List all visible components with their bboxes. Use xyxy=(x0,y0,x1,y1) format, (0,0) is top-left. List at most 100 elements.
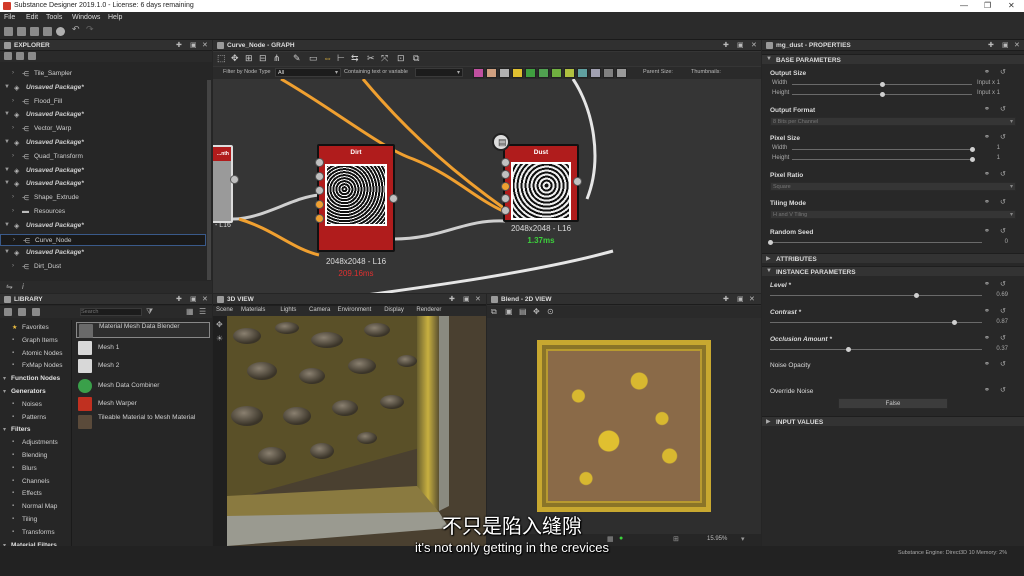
new-graph-icon[interactable] xyxy=(16,52,24,60)
chevron-right-icon[interactable]: › xyxy=(12,208,14,214)
float-icon[interactable]: ▣ xyxy=(190,41,197,49)
2d-view-tab[interactable]: Blend - 2D VIEW xyxy=(501,296,552,303)
frame-icon[interactable]: ⬚ xyxy=(217,53,226,64)
props-close-icon[interactable]: ✕ xyxy=(1014,41,1020,49)
reset-parameter-icon[interactable]: ↺ xyxy=(1000,227,1006,235)
explorer-item[interactable]: ▼ ◈ Unsaved Package* xyxy=(0,220,206,232)
override-noise-toggle[interactable]: False xyxy=(838,398,948,409)
explorer-item[interactable]: › ⋲ Flood_Fill xyxy=(0,96,206,108)
expose-parameter-icon[interactable]: ⚭ xyxy=(984,105,990,113)
node-type-select[interactable]: All ▾ xyxy=(275,68,341,77)
node-filter-toggle[interactable] xyxy=(473,68,484,78)
explorer-item[interactable]: › ▬ Resources xyxy=(0,206,206,218)
expose-parameter-icon[interactable]: ⚭ xyxy=(984,334,990,342)
filter-icon[interactable]: ⧩ xyxy=(146,307,153,317)
reset-parameter-icon[interactable]: ↺ xyxy=(1000,280,1006,288)
node-dust-input-3[interactable] xyxy=(501,182,510,191)
2d-texture-preview[interactable] xyxy=(537,340,711,512)
chevron-right-icon[interactable]: › xyxy=(12,98,14,104)
slider-knob[interactable] xyxy=(767,240,773,245)
explorer-item[interactable]: › ⋲ Shape_Extrude xyxy=(0,192,206,204)
library-category[interactable]: ★ Favorites xyxy=(0,323,71,334)
node-dust-input-2[interactable] xyxy=(501,170,510,179)
explorer-item[interactable]: ▼ ◈ Unsaved Package* xyxy=(0,82,206,94)
grid-view-icon[interactable]: ▦ xyxy=(186,307,194,316)
pixel-ratio-select[interactable]: Square ▾ xyxy=(770,182,1016,191)
library-close-icon[interactable]: ✕ xyxy=(202,295,208,303)
library-search-input[interactable] xyxy=(80,308,142,316)
3d-pin-icon[interactable]: ✚ xyxy=(449,295,455,303)
library-item[interactable]: Mesh 1 xyxy=(76,340,210,356)
pan-icon[interactable]: ✥ xyxy=(231,53,239,64)
graph-close-icon[interactable]: ✕ xyxy=(751,41,757,49)
3d-menu-item[interactable]: Camera xyxy=(309,307,330,313)
library-item[interactable]: Mesh Warper xyxy=(76,396,210,412)
expose-parameter-icon[interactable]: ⚭ xyxy=(984,360,990,368)
node-filter-toggle[interactable] xyxy=(499,68,510,78)
redo-icon[interactable]: ↷ xyxy=(86,24,95,34)
pin-icon[interactable]: ✚ xyxy=(176,41,182,49)
library-category[interactable]: ▪ Noises xyxy=(0,400,71,411)
slider-knob[interactable] xyxy=(951,320,957,325)
menu-edit[interactable]: Edit xyxy=(26,14,38,21)
reset-parameter-icon[interactable]: ↺ xyxy=(1000,198,1006,206)
library-category[interactable]: ▪ Blurs xyxy=(0,464,71,475)
chevron-down-icon[interactable]: ▼ xyxy=(4,222,10,228)
chevron-down-icon[interactable]: ▼ xyxy=(4,111,10,117)
new-folder-icon[interactable] xyxy=(28,52,36,60)
node-filter-toggle[interactable] xyxy=(512,68,523,78)
library-category[interactable]: ▾ Filters xyxy=(0,425,71,436)
node-filter-toggle[interactable] xyxy=(486,68,497,78)
library-category[interactable]: ▪ Effects xyxy=(0,489,71,500)
chevron-right-icon[interactable]: › xyxy=(12,125,14,131)
3d-menu-item[interactable]: Environment xyxy=(338,307,372,313)
expose-parameter-icon[interactable]: ⚭ xyxy=(984,133,990,141)
library-category[interactable]: ▪ Channels xyxy=(0,477,71,488)
slider-knob[interactable] xyxy=(845,347,851,352)
section-attributes[interactable]: ▶ ATTRIBUTES xyxy=(762,253,1024,263)
pixel-height-slider[interactable] xyxy=(792,157,975,162)
expose-parameter-icon[interactable]: ⚭ xyxy=(984,386,990,394)
section-instance-parameters[interactable]: ▼ INSTANCE PARAMETERS xyxy=(762,266,1024,276)
2d-close-icon[interactable]: ✕ xyxy=(749,295,755,303)
2d-pin-icon[interactable]: ✚ xyxy=(723,295,729,303)
new-package-icon[interactable] xyxy=(4,27,13,36)
link-icon[interactable]: ⇋ xyxy=(6,282,13,291)
menu-help[interactable]: Help xyxy=(108,14,122,21)
3d-menu-item[interactable]: Materials xyxy=(241,307,265,313)
library-category[interactable]: ▪ Atomic Nodes xyxy=(0,349,71,360)
maximize-icon[interactable]: ❐ xyxy=(984,1,991,10)
fit-icon[interactable]: ⧉ xyxy=(491,307,497,317)
explorer-item[interactable]: ▼ ◈ Unsaved Package* xyxy=(0,178,206,190)
distribute-icon[interactable]: ⇆ xyxy=(351,53,359,64)
output-height-slider[interactable] xyxy=(792,92,972,97)
menu-file[interactable]: File xyxy=(4,14,15,21)
library-category[interactable]: ▪ Patterns xyxy=(0,413,71,424)
props-float-icon[interactable]: ▣ xyxy=(1002,41,1009,49)
expose-parameter-icon[interactable]: ⚭ xyxy=(984,198,990,206)
library-category[interactable]: ▾ Generators xyxy=(0,387,71,398)
library-category[interactable]: ▪ FxMap Nodes xyxy=(0,361,71,372)
library-category[interactable]: ▪ Blending xyxy=(0,451,71,462)
node-dust-input-4[interactable] xyxy=(501,194,510,203)
reset-parameter-icon[interactable]: ↺ xyxy=(1000,68,1006,76)
chevron-down-icon[interactable]: ▼ xyxy=(4,139,10,145)
slider-knob[interactable] xyxy=(879,92,885,97)
import-icon[interactable] xyxy=(43,27,52,36)
layout-icon[interactable]: ⊟ xyxy=(259,53,267,64)
snap-icon[interactable]: ⤧ xyxy=(381,53,388,64)
output-format-select[interactable]: 8 Bits per Channel ▾ xyxy=(770,117,1016,126)
3d-view-tab[interactable]: 3D VIEW xyxy=(227,296,254,303)
node-dirt-input-1[interactable] xyxy=(315,158,324,167)
node-dirt-output[interactable] xyxy=(389,194,398,203)
comment-icon[interactable]: ✎ xyxy=(293,53,301,64)
reset-parameter-icon[interactable]: ↺ xyxy=(1000,386,1006,394)
3d-menu-item[interactable]: Lights xyxy=(280,307,296,313)
reset-parameter-icon[interactable]: ↺ xyxy=(1000,334,1006,342)
3d-menu-item[interactable]: Renderer xyxy=(416,307,441,313)
library-float-icon[interactable]: ▣ xyxy=(190,295,197,303)
expose-parameter-icon[interactable]: ⚭ xyxy=(984,227,990,235)
slider-knob[interactable] xyxy=(879,82,885,87)
reset-parameter-icon[interactable]: ↺ xyxy=(1000,307,1006,315)
expose-parameter-icon[interactable]: ⚭ xyxy=(984,68,990,76)
